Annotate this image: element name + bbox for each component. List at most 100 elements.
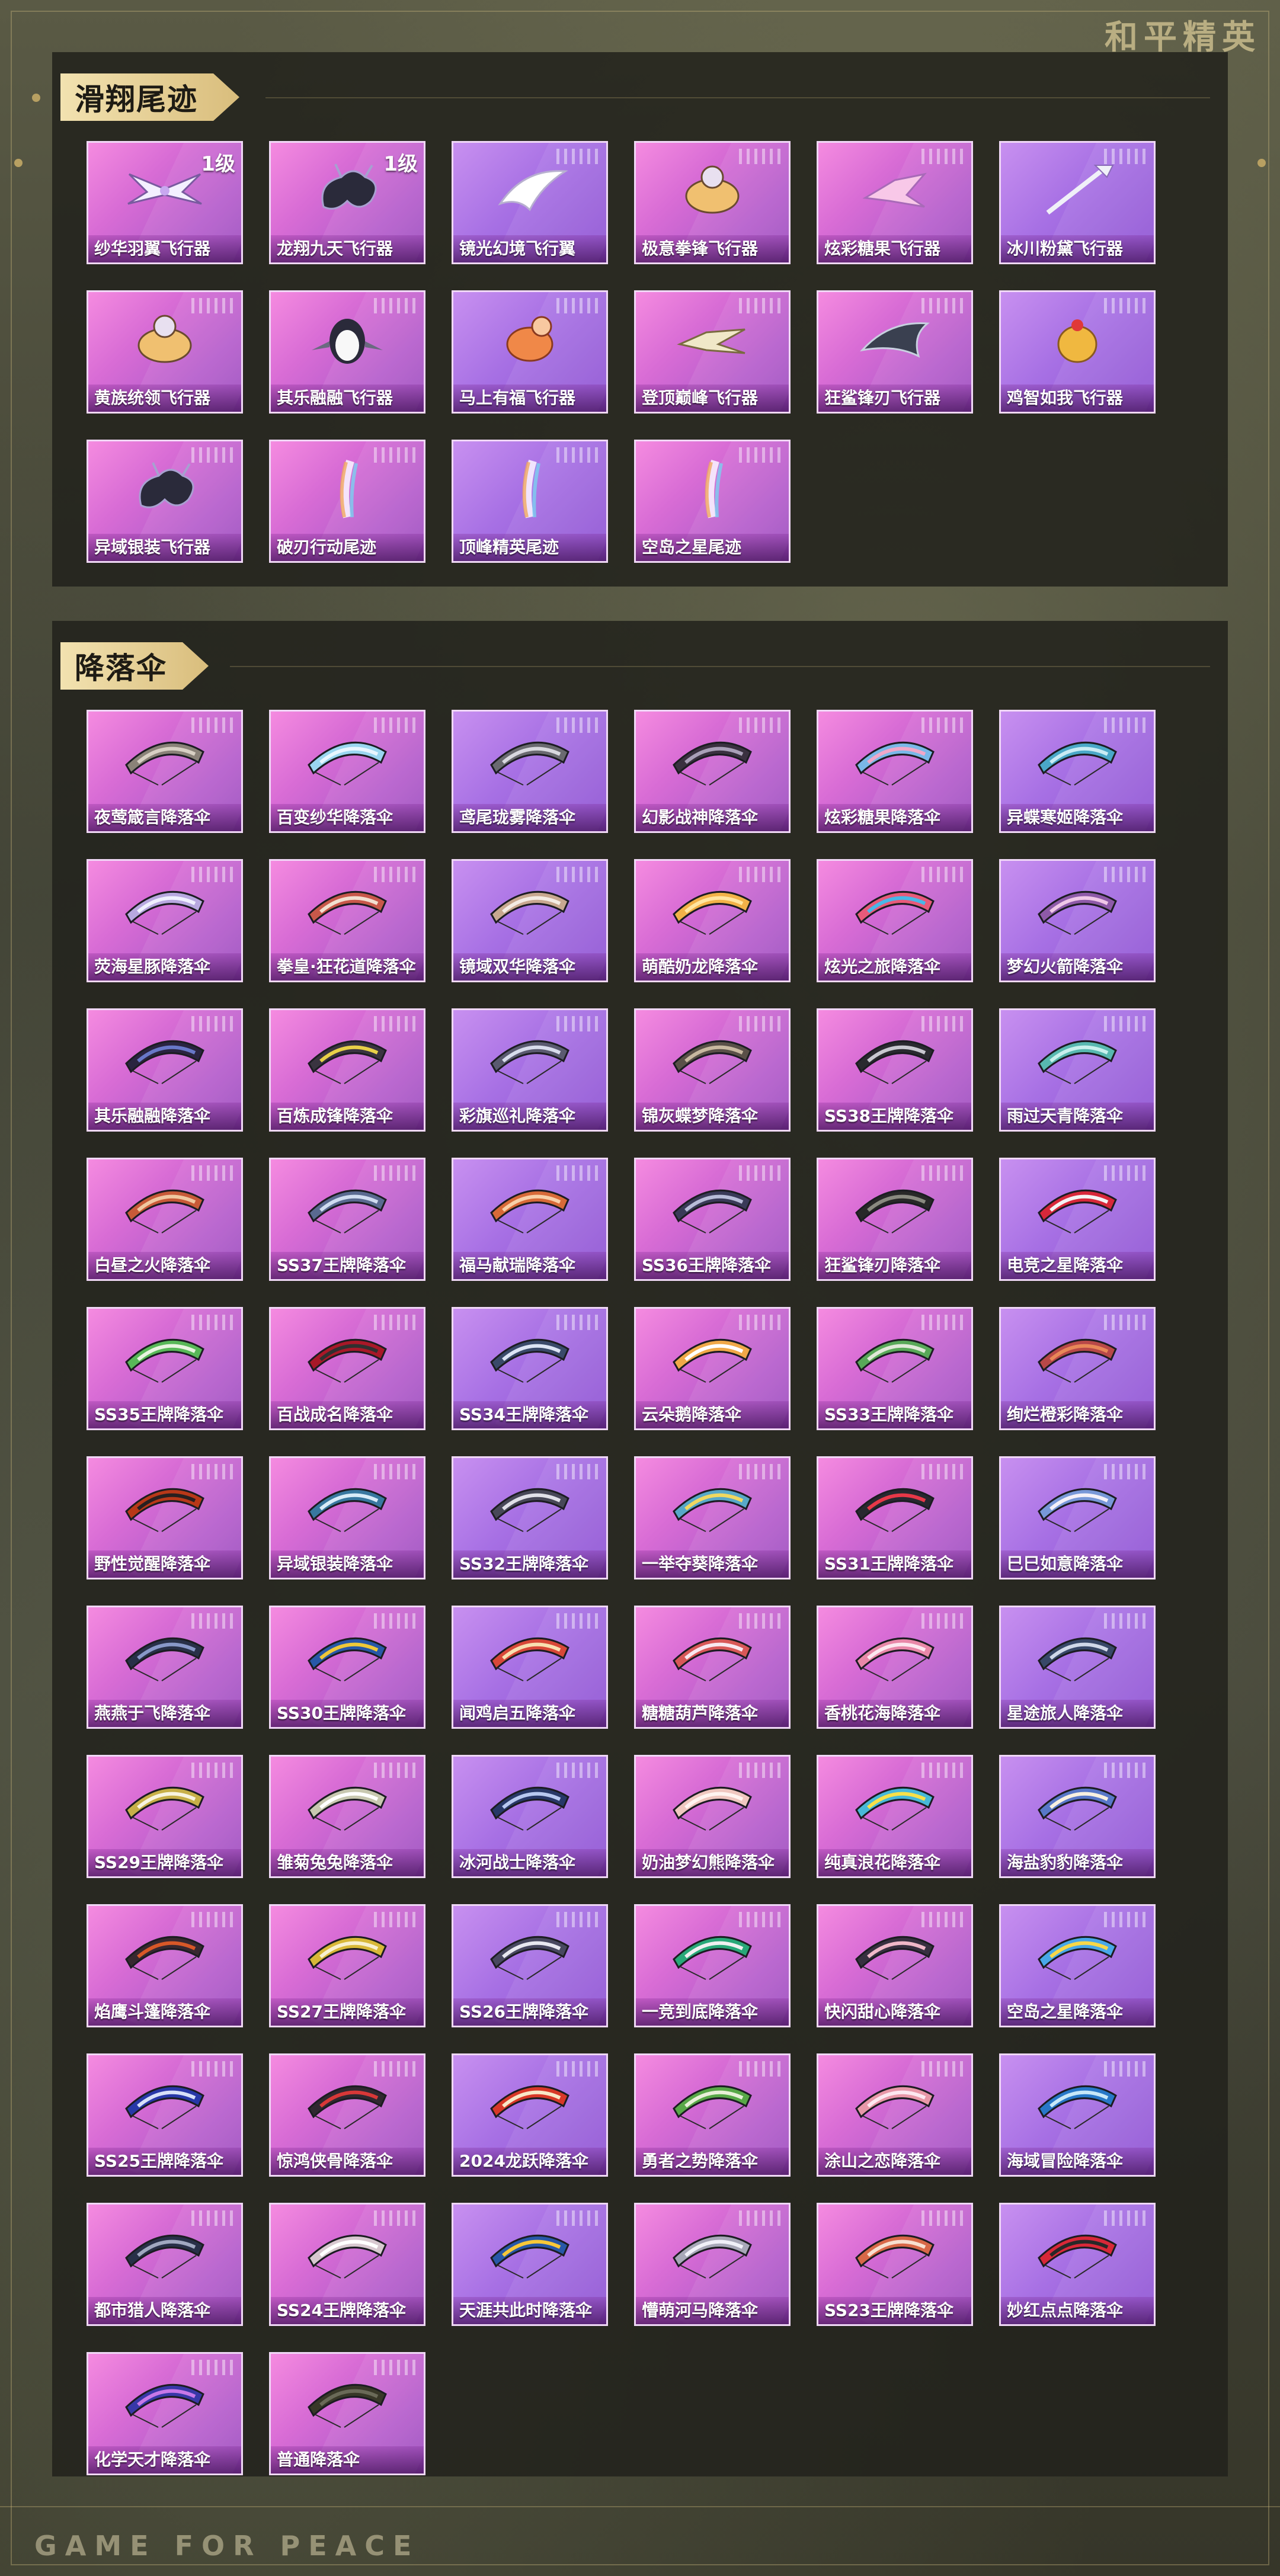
parachute-item-card[interactable]: SS34王牌降落伞: [452, 1307, 608, 1430]
parachute-item-card[interactable]: 野性觉醒降落伞: [87, 1456, 243, 1579]
item-name: 异域银装降落伞: [271, 1550, 424, 1578]
parachute-item-card[interactable]: 荧海星豚降落伞: [87, 859, 243, 982]
parachute-icon: [303, 725, 392, 790]
parachute-item-card[interactable]: 百炼成锋降落伞: [269, 1008, 425, 1132]
parachute-icon: [120, 2367, 209, 2433]
item-name: 都市猎人降落伞: [88, 2297, 241, 2324]
glide-item-card[interactable]: 异域银装飞行器: [87, 440, 243, 563]
glide-item-card[interactable]: 鸡智如我飞行器: [999, 290, 1156, 414]
parachute-item-card[interactable]: 电竞之星降落伞: [999, 1158, 1156, 1281]
parachute-item-card[interactable]: 白昼之火降落伞: [87, 1158, 243, 1281]
item-name: 绚烂橙彩降落伞: [1001, 1401, 1154, 1428]
parachute-item-card[interactable]: 2024龙跃降落伞: [452, 2053, 608, 2177]
parachute-item-card[interactable]: SS35王牌降落伞: [87, 1307, 243, 1430]
item-name: SS27王牌降落伞: [271, 1998, 424, 2026]
parachute-item-card[interactable]: 鸢尾珑雾降落伞: [452, 710, 608, 833]
parachute-item-card[interactable]: SS27王牌降落伞: [269, 1904, 425, 2027]
parachute-item-card[interactable]: 糖糖葫芦降落伞: [634, 1606, 791, 1729]
parachute-item-card[interactable]: 冰河战士降落伞: [452, 1755, 608, 1878]
parachute-item-card[interactable]: SS26王牌降落伞: [452, 1904, 608, 2027]
parachute-icon: [485, 1173, 574, 1238]
parachute-item-card[interactable]: 涂山之恋降落伞: [817, 2053, 973, 2177]
parachute-item-card[interactable]: 普通降落伞: [269, 2352, 425, 2475]
parachute-item-card[interactable]: 海域冒险降落伞: [999, 2053, 1156, 2177]
parachute-item-card[interactable]: SS30王牌降落伞: [269, 1606, 425, 1729]
parachute-item-card[interactable]: 快闪甜心降落伞: [817, 1904, 973, 2027]
parachute-item-card[interactable]: 雏菊兔兔降落伞: [269, 1755, 425, 1878]
parachute-item-card[interactable]: SS36王牌降落伞: [634, 1158, 791, 1281]
parachute-item-card[interactable]: SS38王牌降落伞: [817, 1008, 973, 1132]
parachute-item-card[interactable]: 福马献瑞降落伞: [452, 1158, 608, 1281]
parachute-item-card[interactable]: 一竞到底降落伞: [634, 1904, 791, 2027]
parachute-item-card[interactable]: 萌酷奶龙降落伞: [634, 859, 791, 982]
parachute-item-card[interactable]: SS29王牌降落伞: [87, 1755, 243, 1878]
glide-item-card[interactable]: 登顶巅峰飞行器: [634, 290, 791, 414]
parachute-icon: [1033, 1173, 1122, 1238]
parachute-icon: [303, 2218, 392, 2283]
parachute-item-card[interactable]: 海盐豹豹降落伞: [999, 1755, 1156, 1878]
item-name: 空岛之星降落伞: [1001, 1998, 1154, 2026]
parachute-item-card[interactable]: 化学天才降落伞: [87, 2352, 243, 2475]
parachute-item-card[interactable]: SS37王牌降落伞: [269, 1158, 425, 1281]
parachute-item-card[interactable]: 异蝶寒姬降落伞: [999, 710, 1156, 833]
parachute-item-card[interactable]: SS24王牌降落伞: [269, 2203, 425, 2326]
glide-item-card[interactable]: 1级 龙翔九天飞行器: [269, 141, 425, 264]
glide-item-card[interactable]: 镜光幻境飞行翼: [452, 141, 608, 264]
parachute-item-card[interactable]: 勇者之势降落伞: [634, 2053, 791, 2177]
chicken-glider-icon: [1033, 306, 1122, 371]
parachute-item-card[interactable]: SS31王牌降落伞: [817, 1456, 973, 1579]
glide-item-card[interactable]: 黄族统领飞行器: [87, 290, 243, 414]
parachute-item-card[interactable]: 巳巳如意降落伞: [999, 1456, 1156, 1579]
glide-item-card[interactable]: 1级 纱华羽翼飞行器: [87, 141, 243, 264]
glide-item-card[interactable]: 狂鲨锋刃飞行器: [817, 290, 973, 414]
parachute-item-card[interactable]: 妙红点点降落伞: [999, 2203, 1156, 2326]
parachute-item-card[interactable]: 云朵鹅降落伞: [634, 1307, 791, 1430]
glide-item-card[interactable]: 冰川粉黛飞行器: [999, 141, 1156, 264]
parachute-item-card[interactable]: 燕燕于飞降落伞: [87, 1606, 243, 1729]
parachute-item-card[interactable]: 香桃花海降落伞: [817, 1606, 973, 1729]
glide-item-card[interactable]: 空岛之星尾迹: [634, 440, 791, 563]
item-name: 妙红点点降落伞: [1001, 2297, 1154, 2324]
parachute-item-card[interactable]: 纯真浪花降落伞: [817, 1755, 973, 1878]
item-name: 狂鲨锋刃飞行器: [818, 385, 971, 412]
parachute-item-card[interactable]: SS25王牌降落伞: [87, 2053, 243, 2177]
parachute-item-card[interactable]: 焰鹰斗篷降落伞: [87, 1904, 243, 2027]
glide-item-card[interactable]: 马上有福飞行器: [452, 290, 608, 414]
parachute-item-card[interactable]: 空岛之星降落伞: [999, 1904, 1156, 2027]
parachute-item-card[interactable]: 闻鸡启五降落伞: [452, 1606, 608, 1729]
parachute-item-card[interactable]: 都市猎人降落伞: [87, 2203, 243, 2326]
parachute-item-card[interactable]: 百战成名降落伞: [269, 1307, 425, 1430]
parachute-item-card[interactable]: 懵萌河马降落伞: [634, 2203, 791, 2326]
parachute-item-card[interactable]: 奶油梦幻熊降落伞: [634, 1755, 791, 1878]
parachute-item-card[interactable]: 狂鲨锋刃降落伞: [817, 1158, 973, 1281]
parachute-item-card[interactable]: 幻影战神降落伞: [634, 710, 791, 833]
parachute-item-card[interactable]: 梦幻火箭降落伞: [999, 859, 1156, 982]
item-name: SS32王牌降落伞: [453, 1550, 606, 1578]
parachute-item-card[interactable]: SS23王牌降落伞: [817, 2203, 973, 2326]
glide-item-card[interactable]: 其乐融融飞行器: [269, 290, 425, 414]
parachute-item-card[interactable]: 彩旗巡礼降落伞: [452, 1008, 608, 1132]
glide-item-card[interactable]: 炫彩糖果飞行器: [817, 141, 973, 264]
parachute-item-card[interactable]: 炫彩糖果降落伞: [817, 710, 973, 833]
parachute-item-card[interactable]: 绚烂橙彩降落伞: [999, 1307, 1156, 1430]
parachute-item-card[interactable]: 天涯共此时降落伞: [452, 2203, 608, 2326]
parachute-item-card[interactable]: 星途旅人降落伞: [999, 1606, 1156, 1729]
parachute-item-card[interactable]: 百变纱华降落伞: [269, 710, 425, 833]
parachute-item-card[interactable]: 雨过天青降落伞: [999, 1008, 1156, 1132]
glide-item-card[interactable]: 极意拳锋飞行器: [634, 141, 791, 264]
parachute-icon: [303, 1024, 392, 1089]
parachute-item-card[interactable]: SS32王牌降落伞: [452, 1456, 608, 1579]
glide-item-card[interactable]: 破刃行动尾迹: [269, 440, 425, 563]
parachute-item-card[interactable]: SS33王牌降落伞: [817, 1307, 973, 1430]
parachute-item-card[interactable]: 惊鸿侠骨降落伞: [269, 2053, 425, 2177]
parachute-item-card[interactable]: 拳皇·狂花道降落伞: [269, 859, 425, 982]
parachute-item-card[interactable]: 炫光之旅降落伞: [817, 859, 973, 982]
parachute-item-card[interactable]: 镜域双华降落伞: [452, 859, 608, 982]
parachute-item-card[interactable]: 锦灰蝶梦降落伞: [634, 1008, 791, 1132]
parachute-item-card[interactable]: 异域银装降落伞: [269, 1456, 425, 1579]
parachute-item-card[interactable]: 其乐融融降落伞: [87, 1008, 243, 1132]
parachute-item-card[interactable]: 夜莺箴言降落伞: [87, 710, 243, 833]
parachute-item-card[interactable]: 一举夺葵降落伞: [634, 1456, 791, 1579]
glide-item-card[interactable]: 顶峰精英尾迹: [452, 440, 608, 563]
dragon-glider-icon: [303, 156, 392, 222]
